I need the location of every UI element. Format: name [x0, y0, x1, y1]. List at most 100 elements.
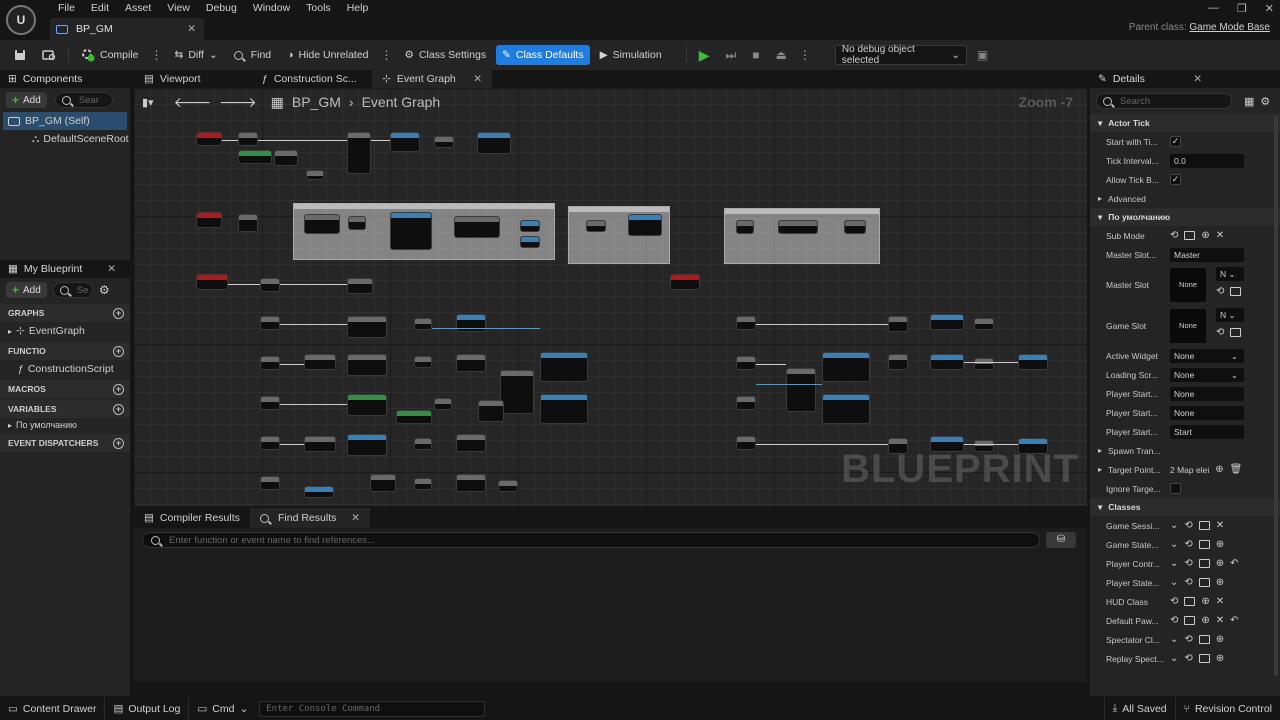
- menu-view[interactable]: View: [159, 0, 198, 16]
- maximize-icon[interactable]: ❐: [1237, 2, 1247, 15]
- chevron-down-icon[interactable]: ⌄: [1170, 634, 1178, 645]
- advanced-row[interactable]: ▸ Advanced: [1090, 189, 1280, 208]
- use-selected-icon[interactable]: ⟲: [1170, 596, 1178, 607]
- chevron-down-icon[interactable]: ⌄: [1170, 520, 1178, 531]
- menu-debug[interactable]: Debug: [198, 0, 245, 16]
- graph-node[interactable]: [500, 370, 534, 414]
- use-selected-icon[interactable]: ⟲: [1184, 520, 1192, 531]
- graph-node[interactable]: [260, 316, 280, 330]
- event-node[interactable]: [670, 274, 700, 290]
- eject-icon[interactable]: ⏏: [770, 45, 793, 65]
- parent-class-link[interactable]: Game Mode Base: [1189, 22, 1270, 33]
- all-saved-button[interactable]: ⤓ All Saved: [1103, 697, 1176, 720]
- browse-folder-icon[interactable]: [1198, 654, 1210, 663]
- gear-icon[interactable]: ⚙: [99, 283, 110, 297]
- find-references-input[interactable]: Enter function or event name to find ref…: [142, 532, 1040, 548]
- hide-unrelated-options-icon[interactable]: ⋮: [379, 48, 395, 62]
- menu-window[interactable]: Window: [245, 0, 298, 16]
- close-icon[interactable]: ✕: [351, 512, 360, 524]
- console-command-input[interactable]: Enter Console Command: [259, 700, 486, 717]
- use-selected-icon[interactable]: ⟲: [1216, 327, 1224, 338]
- components-search-input[interactable]: Sear: [54, 92, 113, 108]
- graph-node[interactable]: [304, 214, 340, 234]
- graph-node[interactable]: [238, 132, 258, 146]
- output-log-button[interactable]: ▤ Output Log: [105, 697, 190, 720]
- breadcrumb-root[interactable]: BP_GM: [292, 94, 341, 110]
- diff-button[interactable]: ⇆ Diff ⌄: [169, 45, 224, 65]
- event-graph-item[interactable]: ▸ ⊹ EventGraph: [0, 322, 130, 340]
- graph-node[interactable]: [974, 358, 994, 370]
- graph-node[interactable]: [1018, 354, 1048, 370]
- master-slot-select[interactable]: N ⌄: [1216, 267, 1244, 281]
- content-drawer-button[interactable]: ▭ Content Drawer: [0, 697, 106, 720]
- bookmark-icon[interactable]: ▮▾: [142, 96, 154, 109]
- master-slot-thumbnail[interactable]: None: [1170, 267, 1206, 302]
- graph-node[interactable]: [347, 394, 387, 416]
- graph-node[interactable]: [520, 236, 540, 248]
- add-icon[interactable]: ⊕: [1201, 596, 1209, 607]
- allow-tick-checkbox[interactable]: ✓: [1170, 174, 1181, 185]
- step-icon[interactable]: ⏭: [719, 45, 742, 65]
- chevron-down-icon[interactable]: ⌄: [1170, 539, 1178, 550]
- browse-folder-icon[interactable]: [1230, 287, 1242, 296]
- macros-section[interactable]: MACROS +: [0, 380, 130, 398]
- browse-icon[interactable]: [36, 45, 62, 65]
- add-icon[interactable]: ⊕: [1216, 634, 1224, 645]
- graph-node[interactable]: [822, 352, 870, 382]
- menu-file[interactable]: File: [50, 0, 83, 16]
- use-selected-icon[interactable]: ⟲: [1216, 286, 1224, 297]
- play-options-icon[interactable]: ⋮: [797, 48, 813, 62]
- comment-box[interactable]: [724, 208, 880, 264]
- graph-node[interactable]: [477, 132, 511, 154]
- graph-node[interactable]: [390, 212, 432, 250]
- menu-help[interactable]: Help: [339, 0, 377, 16]
- graphs-section[interactable]: GRAPHS +: [0, 304, 130, 322]
- default-section[interactable]: ▾ По умолчанию: [1090, 208, 1280, 226]
- menu-tools[interactable]: Tools: [298, 0, 339, 16]
- simulation-button[interactable]: ▶ Simulation: [594, 45, 668, 65]
- clear-icon[interactable]: ✕: [1216, 520, 1224, 531]
- close-icon[interactable]: ✕: [473, 73, 482, 85]
- graph-node[interactable]: [414, 478, 432, 490]
- graph-node[interactable]: [347, 316, 387, 338]
- class-defaults-button[interactable]: ✎ Class Defaults: [496, 45, 590, 65]
- use-selected-icon[interactable]: ⟲: [1170, 230, 1178, 241]
- event-node[interactable]: [196, 212, 222, 228]
- minimize-icon[interactable]: —: [1208, 2, 1219, 14]
- use-selected-icon[interactable]: ⟲: [1184, 558, 1192, 569]
- graph-node[interactable]: [396, 410, 432, 424]
- graph-node[interactable]: [520, 220, 540, 232]
- graph-node[interactable]: [628, 214, 662, 236]
- graph-node[interactable]: [347, 354, 387, 376]
- event-node[interactable]: [196, 274, 228, 290]
- use-selected-icon[interactable]: ⟲: [1170, 615, 1178, 626]
- graph-node[interactable]: [347, 278, 373, 294]
- browse-folder-icon[interactable]: [1184, 231, 1196, 240]
- tab-find-results[interactable]: Find Results ✕: [250, 508, 370, 528]
- graph-node[interactable]: [347, 132, 371, 174]
- save-icon[interactable]: [8, 45, 32, 65]
- forward-arrow-icon[interactable]: 🡒: [219, 94, 257, 111]
- graph-node[interactable]: [586, 220, 606, 232]
- graph-node[interactable]: [822, 394, 870, 424]
- graph-node[interactable]: [390, 132, 420, 152]
- actor-tick-section[interactable]: ▾ Actor Tick: [1090, 114, 1280, 132]
- clear-icon[interactable]: ✕: [1216, 230, 1224, 241]
- graph-node[interactable]: [260, 436, 280, 450]
- graph-node[interactable]: [260, 278, 280, 292]
- graph-node[interactable]: [347, 434, 387, 456]
- reset-icon[interactable]: ↶: [1230, 615, 1238, 626]
- graph-node[interactable]: [778, 220, 818, 234]
- browse-folder-icon[interactable]: [1198, 559, 1210, 568]
- graph-node[interactable]: [414, 438, 432, 450]
- graph-node[interactable]: [930, 314, 964, 330]
- graph-node[interactable]: [736, 356, 756, 370]
- graph-node[interactable]: [456, 314, 486, 332]
- graph-node[interactable]: [930, 354, 964, 370]
- add-icon[interactable]: ⊕: [1216, 539, 1224, 550]
- add-variable-icon[interactable]: +: [113, 403, 124, 415]
- compile-button[interactable]: Compile: [75, 45, 145, 65]
- graph-node[interactable]: [304, 436, 336, 452]
- add-event-dispatcher-icon[interactable]: +: [113, 437, 124, 449]
- details-search-input[interactable]: Search: [1096, 93, 1232, 109]
